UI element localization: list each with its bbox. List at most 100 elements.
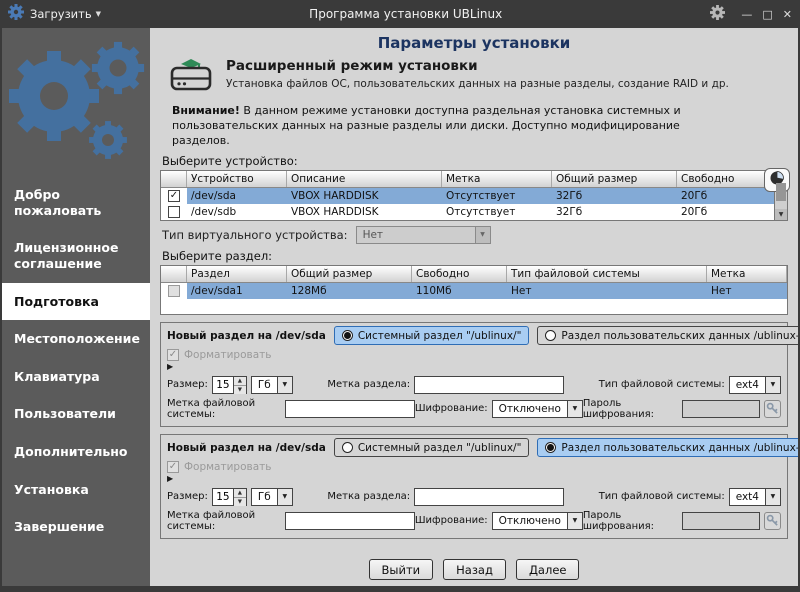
user-data-partition-radio[interactable]: Раздел пользовательских данных /ublinux-…	[537, 326, 798, 345]
header-checkbox-column	[161, 266, 187, 282]
device-section-label: Выберите устройство:	[162, 154, 788, 168]
format-label: Форматировать	[184, 349, 271, 361]
virtual-device-label: Тип виртуального устройства:	[162, 228, 348, 242]
encryption-label: Шифрование:	[415, 515, 488, 526]
size-unit-select[interactable]: Гб ▼	[251, 376, 293, 394]
sidebar: Добро пожаловать Лицензионное соглашение…	[2, 28, 150, 586]
cell-free: 110Мб	[412, 285, 507, 297]
size-unit-select[interactable]: Гб ▼	[251, 488, 293, 506]
fs-label-input[interactable]	[285, 400, 415, 418]
maximize-button[interactable]: □	[762, 8, 772, 21]
size-unit-value: Гб	[252, 491, 277, 503]
sidebar-item-finish[interactable]: Завершение	[2, 508, 150, 546]
window-title: Программа установки UBLinux	[107, 7, 704, 21]
cell-total: 32Гб	[552, 190, 677, 202]
header-free: Свободно	[677, 171, 774, 187]
size-input[interactable]	[213, 489, 233, 505]
size-label: Размер:	[167, 491, 208, 502]
new-partition-panel-system: Новый раздел на /dev/sda Системный разде…	[160, 322, 788, 427]
system-partition-radio[interactable]: Системный раздел "/ublinux/"	[334, 326, 530, 345]
spin-down-icon[interactable]: ▼	[234, 386, 246, 394]
next-button[interactable]: Далее	[516, 559, 580, 580]
system-partition-radio[interactable]: Системный раздел "/ublinux/"	[334, 438, 530, 457]
header-fs-type: Тип файловой системы	[507, 266, 707, 282]
size-spinner[interactable]: ▲ ▼	[212, 488, 247, 506]
device-checkbox-sdb[interactable]	[168, 206, 180, 218]
sidebar-item-preparation[interactable]: Подготовка	[2, 283, 150, 321]
cell-description: VBOX HARDDISK	[287, 190, 442, 202]
encryption-password-label: Пароль шифрования:	[583, 510, 678, 532]
partition-checkbox[interactable]	[168, 285, 180, 297]
expander-icon[interactable]: ▶	[167, 474, 781, 484]
table-empty-area	[161, 299, 787, 314]
system-partition-radio-label: Системный раздел "/ublinux/"	[358, 442, 522, 454]
fs-type-label: Тип файловой системы:	[599, 491, 725, 502]
cell-label: Отсутствует	[442, 190, 552, 202]
size-spinner[interactable]: ▲ ▼	[212, 376, 247, 394]
warning-body: В данном режиме установки доступна разде…	[172, 104, 681, 147]
size-input[interactable]	[213, 377, 233, 393]
size-label: Размер:	[167, 379, 208, 390]
spin-down-icon[interactable]: ▼	[234, 498, 246, 506]
fs-type-select[interactable]: ext4 ▼	[729, 488, 781, 506]
sidebar-item-welcome[interactable]: Добро пожаловать	[2, 176, 150, 229]
settings-gear-icon[interactable]	[710, 5, 725, 24]
sidebar-item-installation[interactable]: Установка	[2, 471, 150, 509]
header-device: Устройство	[187, 171, 287, 187]
encryption-value: Отключено	[493, 403, 567, 415]
sidebar-item-license[interactable]: Лицензионное соглашение	[2, 229, 150, 282]
sidebar-item-users[interactable]: Пользователи	[2, 395, 150, 433]
close-button[interactable]: ✕	[783, 8, 792, 21]
device-table: Устройство Описание Метка Общий размер С…	[160, 170, 775, 221]
spin-up-icon[interactable]: ▲	[234, 489, 246, 498]
cell-device: /dev/sdb	[187, 206, 287, 218]
app-logo-gear-icon	[8, 4, 24, 24]
cell-label: Нет	[707, 285, 787, 297]
header-total-size: Общий размер	[552, 171, 677, 187]
header-label: Метка	[442, 171, 552, 187]
format-label: Форматировать	[184, 461, 271, 473]
partition-label-label: Метка раздела:	[327, 491, 410, 502]
fs-type-value: ext4	[730, 379, 765, 391]
sidebar-item-location[interactable]: Местоположение	[2, 320, 150, 358]
partition-label-input[interactable]	[414, 488, 564, 506]
partition-table: Раздел Общий размер Свободно Тип файлово…	[160, 265, 788, 315]
encryption-value: Отключено	[493, 515, 567, 527]
spin-up-icon[interactable]: ▲	[234, 377, 246, 386]
encryption-password-label: Пароль шифрования:	[583, 398, 678, 420]
device-checkbox-sda[interactable]: ✓	[168, 190, 180, 202]
chevron-down-icon: ▼	[277, 377, 292, 393]
user-data-partition-radio[interactable]: Раздел пользовательских данных /ublinux-…	[537, 438, 798, 457]
header-free: Свободно	[412, 266, 507, 282]
expander-icon[interactable]: ▶	[167, 362, 781, 372]
page-title: Параметры установки	[160, 34, 788, 52]
system-partition-radio-label: Системный раздел "/ublinux/"	[358, 330, 522, 342]
sidebar-item-additional[interactable]: Дополнительно	[2, 433, 150, 471]
format-checkbox: ✓	[167, 461, 179, 473]
encryption-select[interactable]: Отключено ▼	[492, 400, 583, 418]
window-content: Добро пожаловать Лицензионное соглашение…	[2, 28, 798, 586]
partition-row-sda1[interactable]: /dev/sda1 128Мб 110Мб Нет Нет	[161, 283, 787, 299]
chevron-down-icon: ▼	[765, 489, 780, 505]
encryption-select[interactable]: Отключено ▼	[492, 512, 583, 530]
device-row-sda[interactable]: ✓ /dev/sda VBOX HARDDISK Отсутствует 32Г…	[161, 188, 774, 204]
device-row-sdb[interactable]: /dev/sdb VBOX HARDDISK Отсутствует 32Гб …	[161, 204, 774, 220]
fs-type-select[interactable]: ext4 ▼	[729, 376, 781, 394]
partition-label-input[interactable]	[414, 376, 564, 394]
cell-free: 20Гб	[677, 206, 774, 218]
scroll-down-icon[interactable]: ▼	[775, 209, 787, 220]
chevron-down-icon: ▼	[765, 377, 780, 393]
user-data-partition-radio-label: Раздел пользовательских данных /ublinux-…	[561, 330, 798, 342]
partition-label-label: Метка раздела:	[327, 379, 410, 390]
minimize-button[interactable]: —	[741, 8, 752, 21]
key-button	[764, 512, 781, 530]
back-button[interactable]: Назад	[443, 559, 506, 580]
chevron-down-icon: ▼	[475, 227, 490, 243]
fs-label-input[interactable]	[285, 512, 415, 530]
sidebar-item-keyboard[interactable]: Клавиатура	[2, 358, 150, 396]
exit-button[interactable]: Выйти	[369, 559, 434, 580]
header-total-size: Общий размер	[287, 266, 412, 282]
scrollbar-thumb[interactable]	[776, 183, 786, 202]
scrollbar-track[interactable]	[775, 182, 787, 209]
load-button[interactable]: Загрузить ▼	[30, 7, 101, 21]
